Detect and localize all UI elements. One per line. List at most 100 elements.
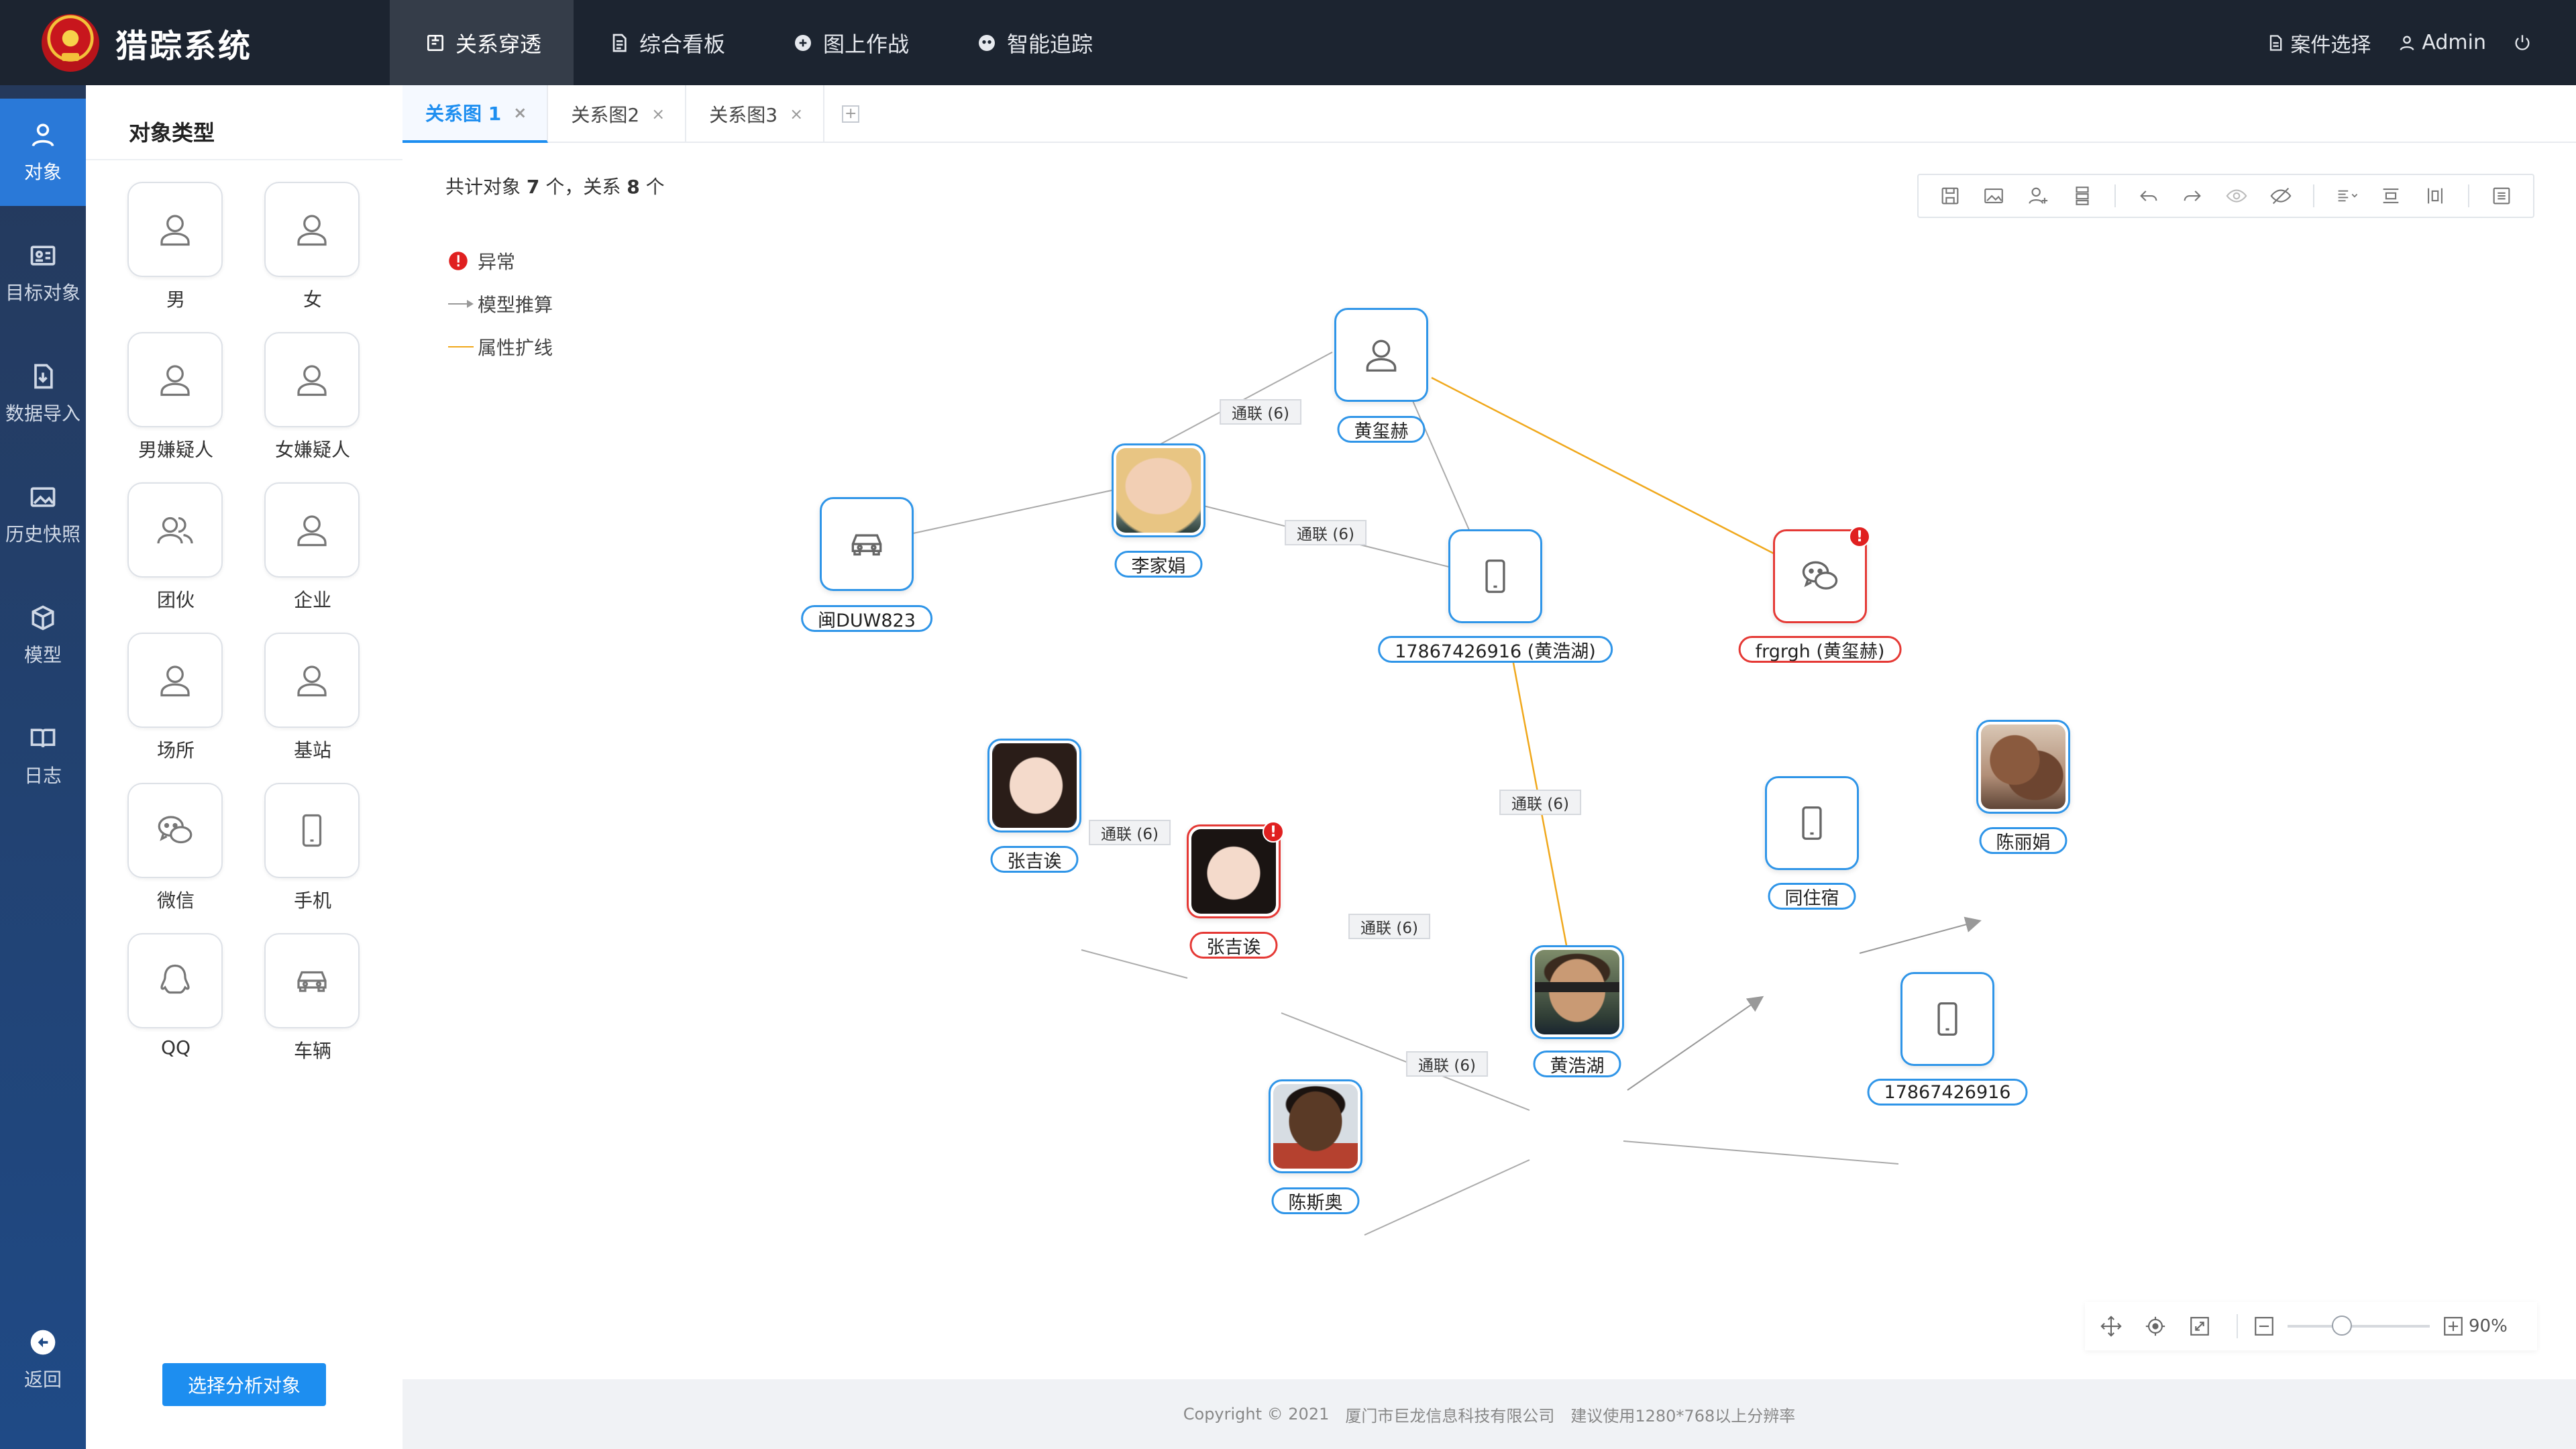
object-type-base-station[interactable]: 基站 <box>264 633 361 763</box>
portrait-photo <box>1273 1084 1358 1169</box>
footer-copyright: Copyright © 2021 <box>1183 1405 1330 1424</box>
edge-zhangjiyi1-zhangjiyi2[interactable] <box>1081 949 1188 979</box>
node-zhangjiyi-1[interactable] <box>987 739 1081 833</box>
rail-item-log[interactable]: 日志 <box>0 702 86 810</box>
node-huangxihe[interactable] <box>1334 308 1428 402</box>
node-wechat[interactable]: ! <box>1773 526 1870 623</box>
user-name: Admin <box>2422 31 2486 54</box>
object-type-female-suspect[interactable]: 女嫌疑人 <box>264 332 361 462</box>
user-menu[interactable]: Admin <box>2398 31 2486 54</box>
zoom-slider[interactable] <box>2288 1316 2430 1336</box>
node-zhangjiyi-2[interactable]: ! <box>1187 821 1284 918</box>
edge-label[interactable]: 通联 (6) <box>1285 520 1366 545</box>
object-type-vehicle[interactable]: 车辆 <box>264 933 361 1063</box>
rail-item-back[interactable]: 返回 <box>0 1306 86 1413</box>
node-tongzhusu[interactable] <box>1765 776 1859 870</box>
node-chenlijuan[interactable] <box>1976 720 2070 814</box>
tab-graph-2[interactable]: 关系图2 × <box>548 85 687 143</box>
add-tab-button[interactable]: + <box>824 85 877 143</box>
object-type-place[interactable]: 场所 <box>127 633 224 763</box>
graph-canvas[interactable]: 共计对象 7 个，关系 8 个 异常 模型推算 属性扩线 通联 (6) 通联 (… <box>402 143 2576 1379</box>
footer-note: 建议使用1280*768以上分辨率 <box>1570 1406 1796 1426</box>
object-type-label: 男 <box>166 288 185 311</box>
edge-huanghaohu-tongzhusu[interactable] <box>1627 996 1764 1091</box>
zoom-out-icon[interactable] <box>2253 1315 2275 1338</box>
map-battle-icon <box>795 34 812 51</box>
rail-item-object[interactable]: 对象 <box>0 99 86 206</box>
fit-screen-icon[interactable] <box>2188 1315 2211 1338</box>
object-type-wechat[interactable]: 微信 <box>127 783 224 913</box>
node-label: 黄玺赫 <box>1337 416 1426 443</box>
move-icon[interactable] <box>2100 1315 2123 1338</box>
app-logo: 猎踪系统 <box>42 12 252 74</box>
rail-item-target[interactable]: 目标对象 <box>0 219 86 327</box>
logout-button[interactable] <box>2513 34 2537 52</box>
object-type-phone[interactable]: 手机 <box>264 783 361 913</box>
node-phone2[interactable] <box>1900 972 1994 1066</box>
node-car[interactable] <box>820 497 914 591</box>
zoom-slider-handle[interactable] <box>2332 1316 2352 1336</box>
close-icon[interactable]: × <box>790 105 803 123</box>
edge-label[interactable]: 通联 (6) <box>1220 399 1301 425</box>
rail-item-import[interactable]: 数据导入 <box>0 340 86 447</box>
edge-label[interactable]: 通联 (6) <box>1499 790 1581 815</box>
tab-graph-1[interactable]: 关系图 1 × <box>402 85 549 143</box>
rail-item-label: 数据导入 <box>5 402 80 425</box>
node-label: 张吉诶 <box>1189 932 1278 959</box>
portrait-photo <box>1535 950 1619 1034</box>
object-type-label: 微信 <box>156 890 195 912</box>
object-type-qq[interactable]: QQ <box>127 933 224 1059</box>
nav-tracking[interactable]: 智能追踪 <box>941 0 1125 85</box>
object-type-male-suspect[interactable]: 男嫌疑人 <box>127 332 224 462</box>
edge-huanghaohu-phone2[interactable] <box>1623 1140 1899 1165</box>
node-label: 同住宿 <box>1768 883 1856 910</box>
phone-icon <box>1485 559 1505 593</box>
nav-map-battle[interactable]: 图上作战 <box>757 0 941 85</box>
node-huanghaohu[interactable] <box>1530 945 1624 1039</box>
edge-label[interactable]: 通联 (6) <box>1406 1051 1488 1077</box>
edge-huangxihe-wechat[interactable] <box>1431 376 1774 555</box>
object-type-panel: 对象类型 男 女 男嫌疑人 女嫌疑人 团伙 企业 场所 基站 微信 手机 QQ … <box>86 85 402 1449</box>
nav-dashboard[interactable]: 综合看板 <box>574 0 757 85</box>
object-type-group[interactable]: 团伙 <box>127 482 224 612</box>
nav-relation-label: 关系穿透 <box>455 31 542 57</box>
tracking-icon <box>979 34 996 51</box>
edge-label[interactable]: 通联 (6) <box>1089 820 1171 845</box>
object-type-female[interactable]: 女 <box>264 182 361 312</box>
tab-graph-3[interactable]: 关系图3 × <box>686 85 825 143</box>
file-icon <box>2270 34 2282 51</box>
footer-company: 厦门市巨龙信息科技有限公司 <box>1345 1406 1555 1426</box>
edge-tongzhusu-chenlijuan[interactable] <box>1859 916 1982 954</box>
nav-relation[interactable]: 关系穿透 <box>390 0 574 85</box>
node-chensiao[interactable] <box>1269 1079 1362 1173</box>
person-icon <box>160 665 190 697</box>
power-icon <box>2515 34 2530 50</box>
nav-dashboard-label: 综合看板 <box>639 31 726 57</box>
node-lijiajuan[interactable] <box>1112 443 1205 537</box>
user-icon <box>2400 36 2414 50</box>
zoom-in-icon[interactable] <box>2442 1315 2465 1338</box>
alert-badge-icon: ! <box>1263 821 1284 843</box>
close-icon[interactable]: × <box>651 105 665 123</box>
import-icon <box>34 364 53 389</box>
case-select-button[interactable]: 案件选择 <box>2266 28 2371 58</box>
edge-label[interactable]: 通联 (6) <box>1348 914 1430 939</box>
edge-huangxihe-phone1[interactable] <box>1411 397 1470 531</box>
rail-item-model[interactable]: 模型 <box>0 582 86 689</box>
select-analysis-object-button[interactable]: 选择分析对象 <box>162 1363 326 1406</box>
object-type-label: 女 <box>303 288 322 311</box>
node-label: 张吉诶 <box>990 846 1079 873</box>
tab-label: 关系图3 <box>709 104 778 126</box>
node-label: 黄浩湖 <box>1533 1051 1621 1077</box>
node-phone1[interactable] <box>1448 529 1542 623</box>
portrait-photo <box>1981 724 2065 809</box>
rail-item-snapshot[interactable]: 历史快照 <box>0 461 86 568</box>
object-type-company[interactable]: 企业 <box>264 482 361 612</box>
locate-icon[interactable] <box>2144 1315 2167 1338</box>
node-label: 李家娟 <box>1114 551 1203 578</box>
edge-huanghaohu-chensiao[interactable] <box>1364 1159 1530 1236</box>
rail-item-label: 历史快照 <box>5 523 80 545</box>
edge-lijiajuan-huangxihe[interactable] <box>1159 352 1333 445</box>
object-type-male[interactable]: 男 <box>127 182 224 312</box>
close-icon[interactable]: × <box>513 103 527 122</box>
